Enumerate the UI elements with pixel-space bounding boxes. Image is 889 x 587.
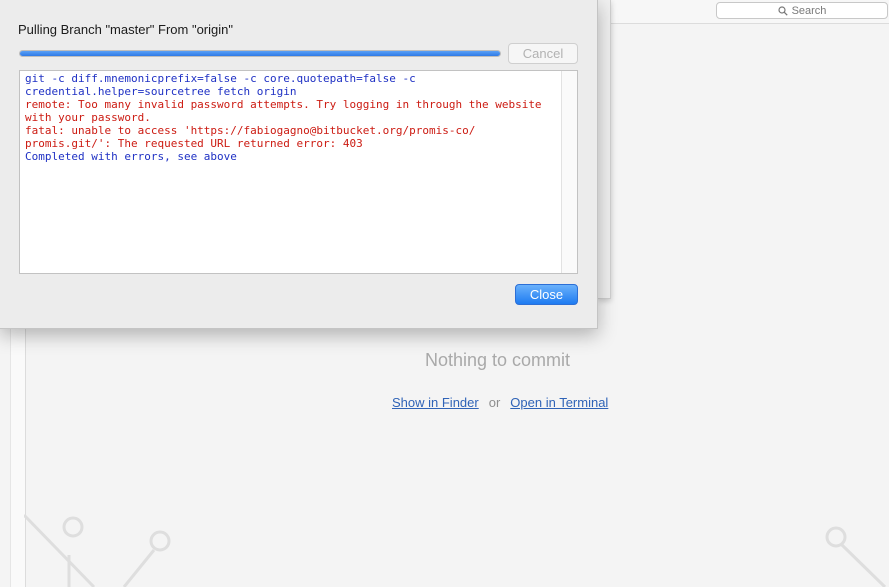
log-line: fatal: unable to access 'https://fabioga…: [25, 124, 476, 137]
cancel-button[interactable]: Cancel: [508, 43, 578, 64]
output-log: git -c diff.mnemonicprefix=false -c core…: [19, 70, 578, 274]
branch-decoration-right-icon: [825, 526, 887, 587]
search-field[interactable]: Search: [716, 2, 888, 19]
progress-bar: [19, 50, 501, 57]
open-in-terminal-link[interactable]: Open in Terminal: [510, 395, 608, 410]
log-line: Completed with errors, see above: [25, 150, 237, 163]
show-in-finder-link[interactable]: Show in Finder: [392, 395, 479, 410]
empty-state-title: Nothing to commit: [424, 350, 571, 370]
log-line: promis.git/': The requested URL returned…: [25, 137, 363, 150]
pull-progress-dialog: Pulling Branch "master" From "origin" Ca…: [0, 0, 598, 329]
background-sheet-edge: [598, 0, 611, 299]
search-placeholder: Search: [791, 4, 827, 17]
log-line: with your password.: [25, 111, 151, 124]
progress-bar-fill: [20, 51, 500, 56]
log-line: remote: Too many invalid password attemp…: [25, 98, 542, 111]
search-icon: [777, 5, 788, 16]
log-line: git -c diff.mnemonicprefix=false -c core…: [25, 72, 416, 85]
log-line: credential.helper=sourcetree fetch origi…: [25, 85, 297, 98]
branch-decoration-left-icon: [24, 513, 171, 587]
empty-state-actions: Show in Finder or Open in Terminal: [392, 395, 608, 410]
close-button[interactable]: Close: [515, 284, 578, 305]
dialog-title: Pulling Branch "master" From "origin": [18, 22, 233, 37]
log-scrollbar[interactable]: [561, 71, 577, 273]
or-separator: or: [488, 395, 501, 410]
